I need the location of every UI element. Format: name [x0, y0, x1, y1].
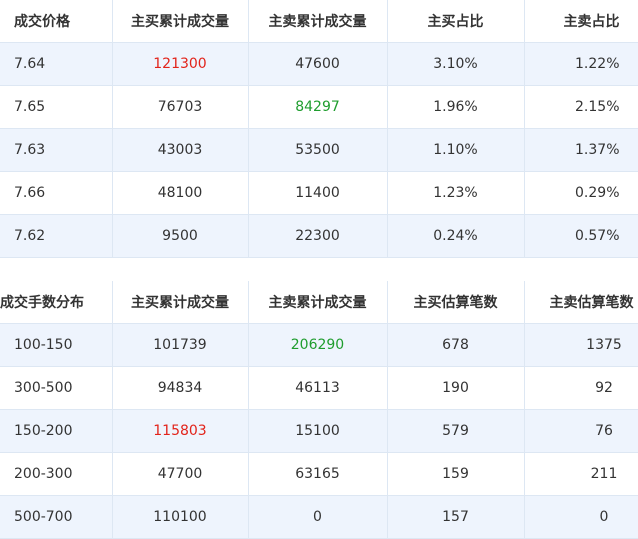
sell-count-cell: 76 [524, 409, 638, 453]
table-row: 100-150 101739 206290 678 1375 [0, 323, 638, 367]
price-cell: 7.63 [0, 128, 113, 172]
buy-volume-cell: 115803 [112, 409, 249, 453]
buy-volume-cell: 43003 [112, 128, 249, 172]
header-buy-volume[interactable]: 主买累计成交量 [112, 0, 249, 43]
sell-volume-cell: 15100 [248, 409, 388, 453]
table-header-row: 成交价格 主买累计成交量 主卖累计成交量 主买占比 主卖占比 [0, 0, 638, 43]
sell-volume-cell: 22300 [248, 214, 388, 258]
table-row: 7.62 9500 22300 0.24% 0.57% [0, 214, 638, 258]
buy-volume-cell: 110100 [112, 495, 249, 539]
buy-count-cell: 159 [387, 452, 525, 496]
sell-volume-cell: 53500 [248, 128, 388, 172]
buy-volume-cell: 9500 [112, 214, 249, 258]
sell-volume-cell: 0 [248, 495, 388, 539]
lot-size-cell: 150-200 [0, 409, 113, 453]
lot-size-cell: 100-150 [0, 323, 113, 367]
buy-volume-cell: 48100 [112, 171, 249, 215]
sell-count-cell: 211 [524, 452, 638, 496]
table-row: 7.63 43003 53500 1.10% 1.37% [0, 128, 638, 172]
sell-volume-cell: 46113 [248, 366, 388, 410]
table-row: 300-500 94834 46113 190 92 [0, 366, 638, 410]
buy-volume-cell: 121300 [112, 42, 249, 86]
table-row: 7.64 121300 47600 3.10% 1.22% [0, 42, 638, 86]
buy-ratio-cell: 1.96% [387, 85, 525, 129]
sell-ratio-cell: 1.37% [524, 128, 638, 172]
buy-volume-cell: 76703 [112, 85, 249, 129]
sell-volume-cell: 84297 [248, 85, 388, 129]
sell-count-cell: 92 [524, 366, 638, 410]
buy-volume-cell: 101739 [112, 323, 249, 367]
lot-size-cell: 300-500 [0, 366, 113, 410]
header-sell-volume[interactable]: 主卖累计成交量 [248, 281, 388, 324]
buy-count-cell: 579 [387, 409, 525, 453]
sell-ratio-cell: 0.29% [524, 171, 638, 215]
table-row: 7.65 76703 84297 1.96% 2.15% [0, 85, 638, 129]
price-cell: 7.66 [0, 171, 113, 215]
sell-ratio-cell: 0.57% [524, 214, 638, 258]
buy-count-cell: 190 [387, 366, 525, 410]
header-lot-size[interactable]: 成交手数分布 [0, 281, 113, 324]
table-header-row: 成交手数分布 主买累计成交量 主卖累计成交量 主买估算笔数 主卖估算笔数 [0, 281, 638, 324]
lot-size-distribution-table: 成交手数分布 主买累计成交量 主卖累计成交量 主买估算笔数 主卖估算笔数 100… [0, 281, 638, 539]
sell-count-cell: 1375 [524, 323, 638, 367]
header-price[interactable]: 成交价格 [0, 0, 113, 43]
price-distribution-table: 成交价格 主买累计成交量 主卖累计成交量 主买占比 主卖占比 7.64 1213… [0, 0, 638, 258]
lot-size-cell: 200-300 [0, 452, 113, 496]
table-row: 7.66 48100 11400 1.23% 0.29% [0, 171, 638, 215]
sell-count-cell: 0 [524, 495, 638, 539]
price-cell: 7.62 [0, 214, 113, 258]
price-cell: 7.64 [0, 42, 113, 86]
buy-ratio-cell: 1.10% [387, 128, 525, 172]
sell-volume-cell: 63165 [248, 452, 388, 496]
buy-count-cell: 678 [387, 323, 525, 367]
table-row: 150-200 115803 15100 579 76 [0, 409, 638, 453]
header-buy-count[interactable]: 主买估算笔数 [387, 281, 525, 324]
header-sell-ratio[interactable]: 主卖占比 [524, 0, 638, 43]
sell-volume-cell: 206290 [248, 323, 388, 367]
sell-ratio-cell: 2.15% [524, 85, 638, 129]
buy-ratio-cell: 1.23% [387, 171, 525, 215]
sell-ratio-cell: 1.22% [524, 42, 638, 86]
lot-size-cell: 500-700 [0, 495, 113, 539]
table-row: 500-700 110100 0 157 0 [0, 495, 638, 539]
header-sell-count[interactable]: 主卖估算笔数 [524, 281, 638, 324]
header-buy-volume[interactable]: 主买累计成交量 [112, 281, 249, 324]
header-buy-ratio[interactable]: 主买占比 [387, 0, 525, 43]
buy-count-cell: 157 [387, 495, 525, 539]
buy-volume-cell: 94834 [112, 366, 249, 410]
buy-volume-cell: 47700 [112, 452, 249, 496]
price-cell: 7.65 [0, 85, 113, 129]
sell-volume-cell: 47600 [248, 42, 388, 86]
buy-ratio-cell: 3.10% [387, 42, 525, 86]
sell-volume-cell: 11400 [248, 171, 388, 215]
table-row: 200-300 47700 63165 159 211 [0, 452, 638, 496]
header-sell-volume[interactable]: 主卖累计成交量 [248, 0, 388, 43]
buy-ratio-cell: 0.24% [387, 214, 525, 258]
